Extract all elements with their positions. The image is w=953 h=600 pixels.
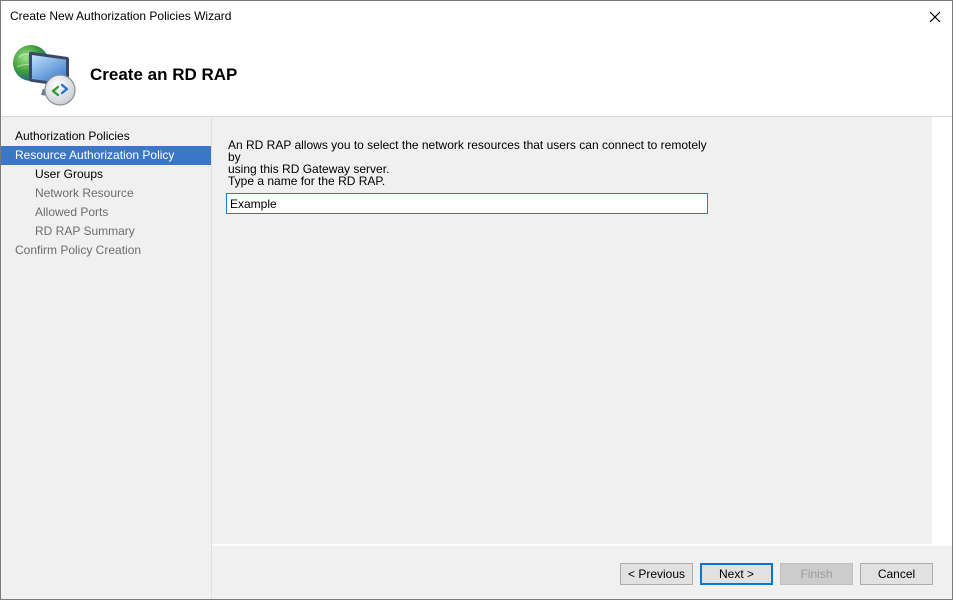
page-title: Create an RD RAP [90, 65, 238, 84]
finish-button[interactable]: Finish [780, 563, 853, 585]
wizard-steps-nav: Authorization Policies Resource Authoriz… [1, 117, 212, 599]
content-right-margin [932, 117, 952, 544]
nav-item-allowed-ports: Allowed Ports [35, 205, 109, 219]
wizard-footer: < Previous Next > Finish Cancel [212, 544, 952, 599]
nav-item-authorization-policies[interactable]: Authorization Policies [1, 127, 211, 146]
name-prompt-label: Type a name for the RD RAP. [228, 174, 386, 188]
nav-item-user-groups[interactable]: User Groups [1, 165, 211, 184]
cancel-button[interactable]: Cancel [860, 563, 933, 585]
nav-item-network-resource: Network Resource [35, 186, 134, 200]
nav-item-confirm-policy-creation: Confirm Policy Creation [15, 243, 142, 257]
description-line-1: An RD RAP allows you to select the netwo… [228, 138, 707, 164]
nav-item-resource-authorization-policy[interactable]: Resource Authorization Policy [1, 146, 211, 165]
close-icon [929, 11, 941, 22]
wizard-window: Create New Authorization Policies Wizard [0, 0, 953, 600]
nav-item-rd-rap-summary: RD RAP Summary [35, 224, 135, 238]
window-title: Create New Authorization Policies Wizard [10, 9, 232, 23]
wizard-content: An RD RAP allows you to select the netwo… [212, 117, 932, 544]
close-button[interactable] [918, 1, 952, 32]
previous-button[interactable]: < Previous [620, 563, 693, 585]
next-button[interactable]: Next > [700, 563, 773, 585]
rd-gateway-monitor-icon [13, 45, 76, 106]
rap-name-input[interactable] [226, 193, 708, 214]
description-text: An RD RAP allows you to select the netwo… [228, 139, 708, 187]
wizard-header: Create an RD RAP [1, 32, 952, 117]
title-bar: Create New Authorization Policies Wizard [1, 1, 952, 32]
